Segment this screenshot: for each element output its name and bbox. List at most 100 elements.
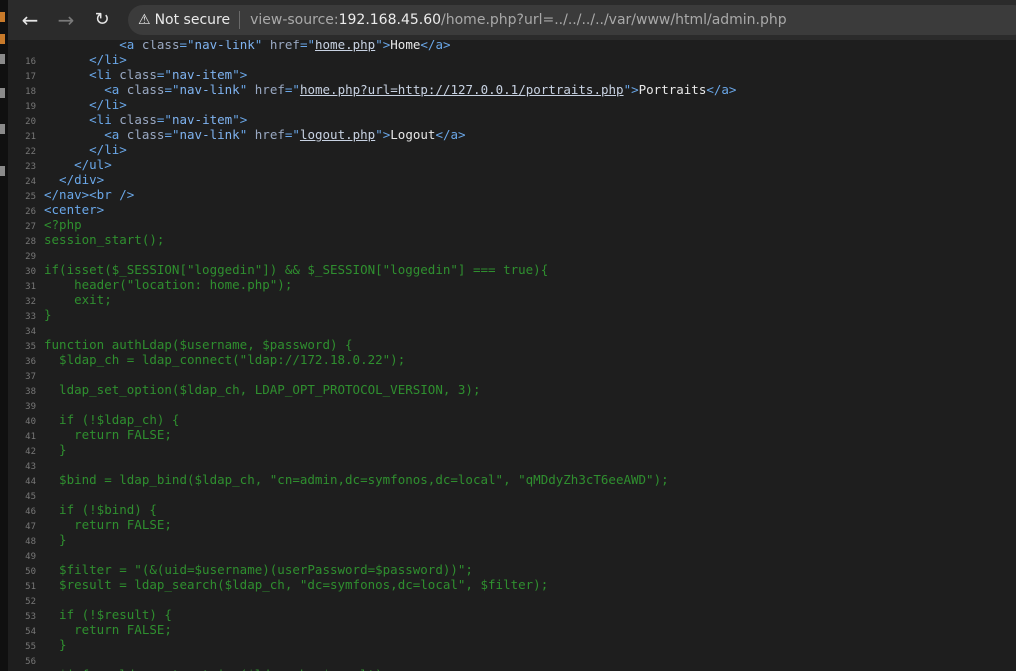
source-token: <a [44, 82, 127, 97]
source-token: header("location: home.php"); [44, 277, 293, 292]
edge-marker [0, 124, 5, 134]
reload-button[interactable]: ↻ [88, 6, 116, 34]
edge-marker [0, 54, 5, 64]
source-token: href [254, 82, 285, 97]
reload-icon: ↻ [94, 9, 110, 30]
source-token: </a> [420, 40, 451, 52]
source-token: if (!$result) { [44, 607, 172, 622]
source-token: function authLdap($username, $password) … [44, 337, 353, 352]
security-indicator[interactable]: ⚠ Not secure [138, 5, 230, 35]
source-token: </li> [44, 52, 127, 67]
source-line: 39 [8, 397, 44, 412]
source-token: if(isset($_SESSION["loggedin"]) && $_SES… [44, 262, 549, 277]
source-token: $ldap_ch = ldap_connect("ldap://172.18.0… [44, 352, 406, 367]
source-line: 29 [8, 247, 44, 262]
source-line: 54 return FALSE; [8, 622, 172, 637]
source-line: 46 if (!$bind) { [8, 502, 157, 517]
left-window-edge [0, 0, 8, 671]
source-token: =" [179, 40, 195, 52]
source-line: 56 [8, 652, 44, 667]
source-token: nav-link [179, 82, 240, 97]
source-token: if (!$ldap_ch) { [44, 412, 180, 427]
source-link[interactable]: logout.php [300, 127, 375, 142]
source-token: } [44, 307, 52, 322]
source-line: 26 <center> [8, 202, 104, 217]
source-token: </ul> [44, 157, 112, 172]
edge-marker [0, 166, 5, 176]
source-line: 48 } [8, 532, 67, 547]
edge-marker [0, 34, 5, 44]
source-line: 32 exit; [8, 292, 112, 307]
source-token: "> [623, 82, 639, 97]
source-line: 30 if(isset($_SESSION["loggedin"]) && $_S… [8, 262, 548, 277]
source-token: <a [44, 40, 142, 52]
source-token: =" [156, 112, 172, 127]
source-line: 16 </li> [8, 52, 127, 67]
source-line: 19 </li> [8, 97, 127, 112]
back-button[interactable]: ← [16, 6, 44, 34]
security-label: Not secure [154, 12, 231, 28]
source-token: </li> [44, 142, 127, 157]
source-token: Logout [390, 127, 436, 142]
source-line: 50 $filter = "(&(uid=$username)(userPass… [8, 562, 473, 577]
source-token: session_start(); [44, 232, 165, 247]
source-line: 53 if (!$result) { [8, 607, 172, 622]
url-scheme: view-source: [250, 12, 339, 28]
forward-button[interactable]: → [52, 6, 80, 34]
source-line: <a class="nav-link" href="home.php">Home… [8, 40, 451, 52]
source-token: } [44, 532, 67, 547]
source-token: "> [375, 127, 391, 142]
source-token: href [269, 40, 300, 52]
source-token: =" [284, 82, 300, 97]
source-token: class [126, 127, 165, 142]
source-token: </nav><br /> [44, 187, 135, 202]
source-token: } [44, 442, 67, 457]
source-line: 27 <?php [8, 217, 82, 232]
source-line: 55 } [8, 637, 66, 652]
source-token: "> [375, 40, 391, 52]
address-bar[interactable]: ⚠ Not secure view-source:192.168.45.60/h… [128, 5, 1016, 35]
omnibox-divider [239, 11, 241, 29]
source-token: " [254, 40, 270, 52]
source-view: <a class="nav-link" href="home.php">Home… [8, 40, 1016, 671]
source-token: </a> [435, 127, 466, 142]
source-line: 23 </ul> [8, 157, 112, 172]
source-token: class [126, 82, 165, 97]
source-token: <a [44, 127, 127, 142]
source-link[interactable]: home.php?url=http://127.0.0.1/portraits.… [300, 82, 624, 97]
source-line: 36 $ldap_ch = ldap_connect("ldap://172.1… [8, 352, 405, 367]
url-text[interactable]: view-source:192.168.45.60/home.php?url=.… [250, 12, 787, 28]
source-token: $bind = ldap_bind($ldap_ch, "cn=admin,dc… [44, 472, 669, 487]
source-token: =" [299, 40, 315, 52]
source-token: class [141, 40, 180, 52]
source-token: $result = ldap_search($ldap_ch, "dc=symf… [44, 577, 549, 592]
source-line: 18 <a class="nav-link" href="home.php?ur… [8, 82, 736, 97]
arrow-right-icon: → [57, 8, 75, 32]
source-token: Portraits [638, 82, 707, 97]
url-path: /home.php?url=../../../../var/www/html/a… [441, 12, 787, 28]
source-line: 42 } [8, 442, 67, 457]
source-line: 57 $info = ldap_get_entries($ldap_ch, $r… [8, 667, 390, 671]
source-token: <?php [44, 217, 82, 232]
source-token: nav-item [171, 67, 233, 82]
source-token: =" [284, 127, 300, 142]
arrow-left-icon: ← [21, 8, 39, 32]
source-token: ldap_set_option($ldap_ch, LDAP_OPT_PROTO… [44, 382, 481, 397]
source-token: if (!$bind) { [44, 502, 157, 517]
source-line: 28 session_start(); [8, 232, 164, 247]
source-token: "> [232, 67, 248, 82]
edge-marker [0, 12, 5, 22]
source-token: <li [44, 67, 120, 82]
source-token: href [254, 127, 285, 142]
source-token: </div> [44, 172, 105, 187]
source-token: return FALSE; [44, 622, 172, 637]
source-token: " [239, 127, 255, 142]
source-token: " [239, 82, 255, 97]
edge-marker [0, 88, 5, 98]
source-link[interactable]: home.php [315, 40, 375, 52]
url-host: 192.168.45.60 [338, 12, 442, 28]
source-line: 22 </li> [8, 142, 127, 157]
source-line: 21 <a class="nav-link" href="logout.php"… [8, 127, 466, 142]
source-token: <li [44, 112, 120, 127]
source-line: 38 ldap_set_option($ldap_ch, LDAP_OPT_PR… [8, 382, 481, 397]
